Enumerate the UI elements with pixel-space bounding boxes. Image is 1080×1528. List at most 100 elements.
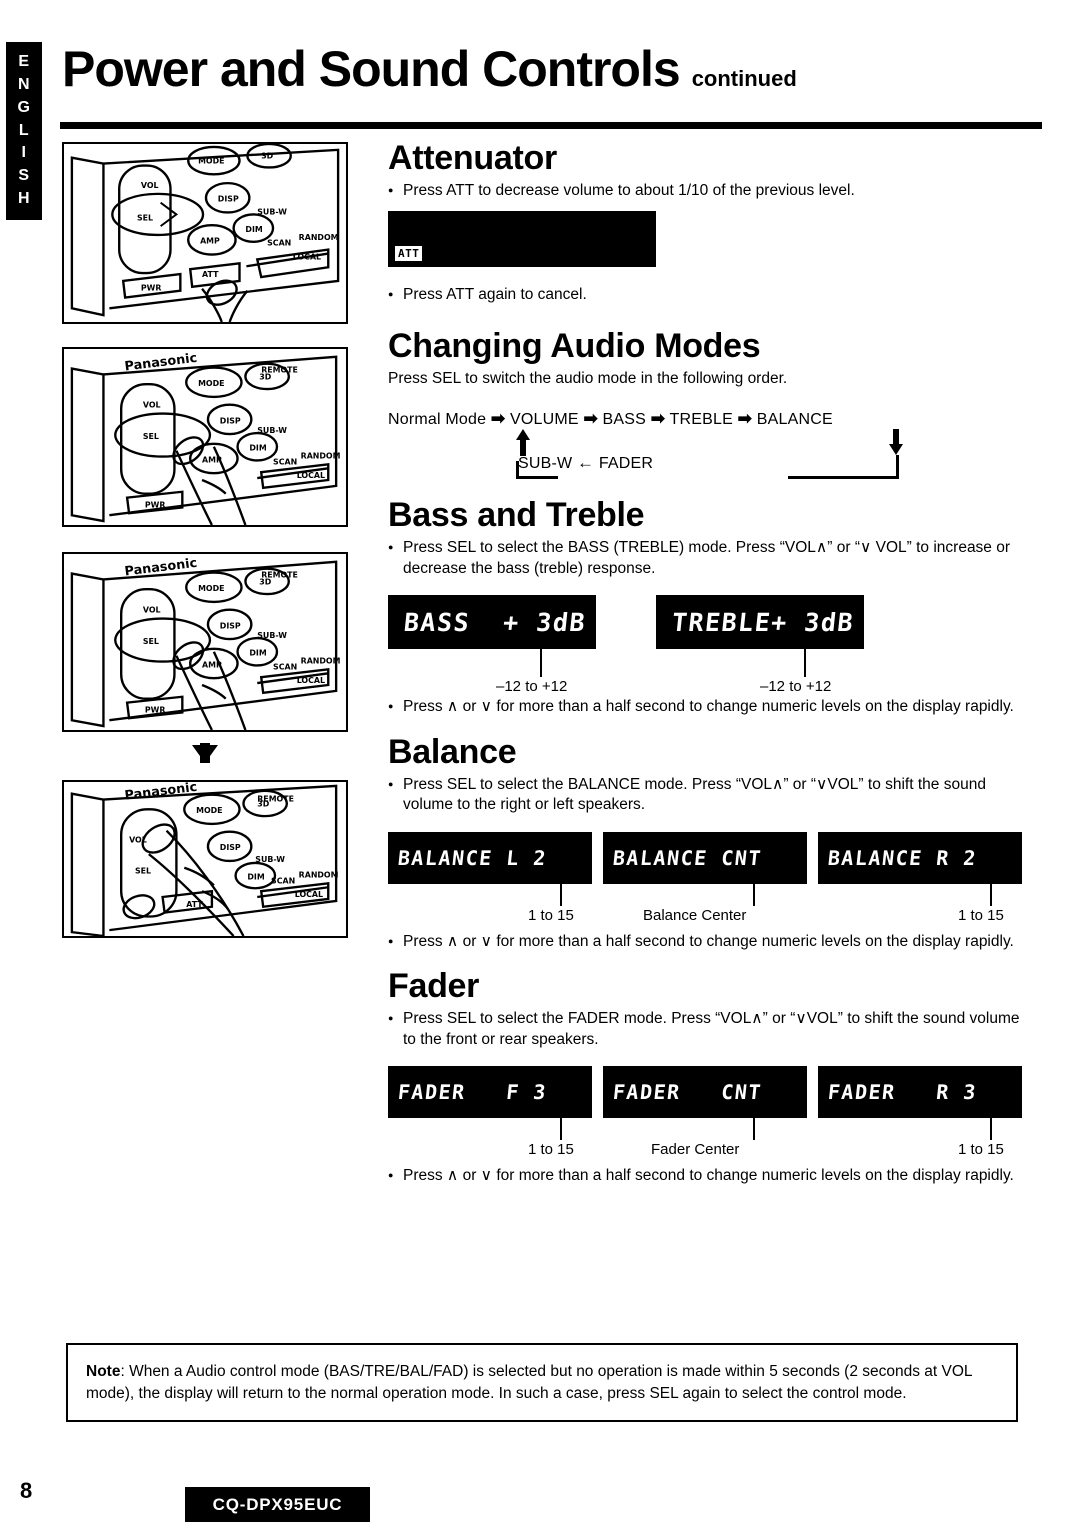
note-label: Note (86, 1363, 121, 1380)
flow-connector-right-horizontal (788, 476, 899, 480)
lcd-display-fader-front: FADER F 3 (388, 1066, 592, 1119)
illustration-column: VOL SEL MODE 3D DISP DIM AMP PWR ATT SCA… (62, 142, 348, 938)
arrow-left-icon: ← (576, 453, 595, 473)
svg-text:Panasonic: Panasonic (124, 782, 198, 803)
lcd-text-balance-center: BALANCE CNT (611, 845, 764, 870)
callout-leader-line (804, 649, 806, 678)
svg-text:DISP: DISP (218, 195, 239, 204)
page-title: Power and Sound Controls (62, 41, 681, 97)
lcd-row-balance: BALANCE L 2 1 to 15 BALANCE CNT Balance … (388, 831, 1028, 926)
language-tab-letter: E (18, 53, 30, 71)
illustration-sel-button-press: VOL SEL MODE 3D DISP DIM AMP PWR REMOTE … (62, 347, 348, 527)
lcd-row-bass-treble: BASS + 3dB ‒12 to +12 TREBLE+ 3dB ‒12 to… (388, 595, 1028, 694)
svg-text:DISP: DISP (220, 621, 241, 630)
page-number: 8 (20, 1478, 33, 1503)
flow-node-bass: BASS (602, 411, 647, 429)
svg-text:SCAN: SCAN (273, 457, 297, 466)
svg-text:REMOTE: REMOTE (261, 570, 298, 579)
illustration-sel-button-press-2: VOL SEL MODE 3D DISP DIM AMP PWR REMOTE … (62, 552, 348, 732)
callout-label-fader-rear-range: 1 to 15 (958, 1141, 1004, 1159)
language-tab-letter: I (21, 144, 27, 162)
language-tab-letter: G (17, 98, 31, 116)
svg-text:SEL: SEL (137, 213, 153, 222)
lcd-display-balance-center: BALANCE CNT (603, 831, 807, 884)
svg-text:3D: 3D (261, 152, 274, 161)
language-tab-letter: N (17, 76, 31, 94)
lcd-display-fader-center: FADER CNT (603, 1066, 807, 1119)
svg-text:ATT: ATT (186, 900, 203, 909)
svg-text:DIM: DIM (249, 444, 267, 453)
svg-text:PWR: PWR (141, 284, 162, 293)
svg-text:RANDOM: RANDOM (301, 657, 341, 666)
flow-node-balance: BALANCE (756, 411, 833, 429)
svg-text:REMOTE: REMOTE (257, 795, 294, 804)
arrow-right-icon: ➡ (737, 409, 753, 429)
lcd-cell-treble: TREBLE+ 3dB ‒12 to +12 (656, 595, 924, 694)
svg-text:LOCAL: LOCAL (297, 471, 325, 480)
svg-text:SEL: SEL (143, 637, 159, 646)
attenuator-bullet-2: Press ATT again to cancel. (388, 285, 1028, 306)
svg-text:RANDOM: RANDOM (301, 452, 341, 461)
svg-text:MODE: MODE (198, 584, 224, 593)
svg-text:LOCAL: LOCAL (293, 252, 321, 261)
audio-mode-flow-row-top: Normal Mode ➡ VOLUME ➡ BASS ➡ TREBLE ➡ B… (388, 409, 833, 429)
fader-bullet-1: Press SEL to select the FADER mode. Pres… (388, 1009, 1028, 1050)
fader-bullet-2: Press ∧ or ∨ for more than a half second… (388, 1166, 1028, 1187)
flow-node-normal-mode: Normal Mode (388, 411, 487, 429)
svg-text:MODE: MODE (198, 157, 224, 166)
section-title-changing-audio-modes: Changing Audio Modes (388, 326, 761, 365)
lcd-cell-balance-left: BALANCE L 2 1 to 15 (388, 831, 603, 926)
audio-mode-flow-diagram: Normal Mode ➡ VOLUME ➡ BASS ➡ TREBLE ➡ B… (388, 409, 1028, 485)
faceplate-line-art-icon: VOL SEL MODE 3D DISP DIM AMP PWR ATT SCA… (64, 144, 346, 322)
note-text: : When a Audio control mode (BAS/TRE/BAL… (86, 1363, 972, 1403)
lcd-display-treble: TREBLE+ 3dB (656, 595, 864, 650)
svg-text:SCAN: SCAN (271, 876, 295, 885)
lcd-cell-fader-rear: FADER R 3 1 to 15 (818, 1066, 1033, 1160)
svg-text:SUB-W: SUB-W (255, 855, 285, 864)
note-box: Note: When a Audio control mode (BAS/TRE… (66, 1343, 1018, 1422)
section-title-bass-and-treble: Bass and Treble (388, 496, 645, 535)
callout-fader-rear: 1 to 15 (818, 1118, 1033, 1160)
svg-text:DIM: DIM (245, 225, 263, 234)
svg-text:RANDOM: RANDOM (299, 871, 339, 880)
callout-bass: ‒12 to +12 (388, 649, 656, 694)
callout-balance-center: Balance Center (603, 883, 818, 926)
callout-balance-left: 1 to 15 (388, 883, 603, 926)
language-tab: E N G L I S H (6, 42, 42, 220)
lcd-display-att: ATT (388, 211, 656, 268)
illustration-flow-arrow (62, 732, 348, 776)
faceplate-line-art-icon: VOL SEL MODE 3D DISP DIM ATT REMOTE SUB-… (64, 782, 346, 936)
svg-text:AMP: AMP (200, 237, 220, 246)
callout-leader-line (990, 883, 992, 906)
svg-text:SCAN: SCAN (267, 239, 291, 248)
flow-node-volume: VOLUME (510, 411, 579, 429)
callout-label-balance-left-range: 1 to 15 (528, 906, 574, 924)
bass-and-treble-bullet-1: Press SEL to select the BASS (TREBLE) mo… (388, 538, 1028, 579)
callout-label-balance-center: Balance Center (643, 906, 747, 924)
callout-fader-front: 1 to 15 (388, 1118, 603, 1160)
callout-treble: ‒12 to +12 (656, 649, 924, 694)
content-column: Attenuator Press ATT to decrease volume … (388, 140, 1028, 1187)
svg-text:DIM: DIM (249, 649, 267, 658)
section-title-balance: Balance (388, 732, 517, 771)
callout-leader-line (753, 883, 755, 906)
svg-text:PWR: PWR (145, 500, 166, 509)
callout-balance-right: 1 to 15 (818, 883, 1033, 926)
svg-text:SEL: SEL (143, 432, 159, 441)
language-tab-letter: H (17, 189, 31, 207)
section-title-fader: Fader (388, 967, 480, 1006)
lcd-text-treble: TREBLE+ 3dB (670, 607, 856, 637)
callout-leader-line (560, 883, 562, 906)
svg-text:AMP: AMP (202, 660, 222, 669)
balance-bullet-2: Press ∧ or ∨ for more than a half second… (388, 932, 1028, 953)
att-indicator-badge: ATT (395, 246, 423, 262)
page-title-continued: continued (691, 66, 797, 91)
lcd-cell-balance-right: BALANCE R 2 1 to 15 (818, 831, 1033, 926)
lcd-text-fader-rear: FADER R 3 (826, 1080, 979, 1105)
lcd-cell-balance-center: BALANCE CNT Balance Center (603, 831, 818, 926)
lcd-display-fader-rear: FADER R 3 (818, 1066, 1022, 1119)
changing-audio-modes-intro: Press SEL to switch the audio mode in th… (388, 369, 788, 387)
illustration-att-button-press: VOL SEL MODE 3D DISP DIM AMP PWR ATT SCA… (62, 142, 348, 324)
svg-text:RANDOM: RANDOM (299, 233, 339, 242)
svg-text:VOL: VOL (143, 606, 161, 615)
